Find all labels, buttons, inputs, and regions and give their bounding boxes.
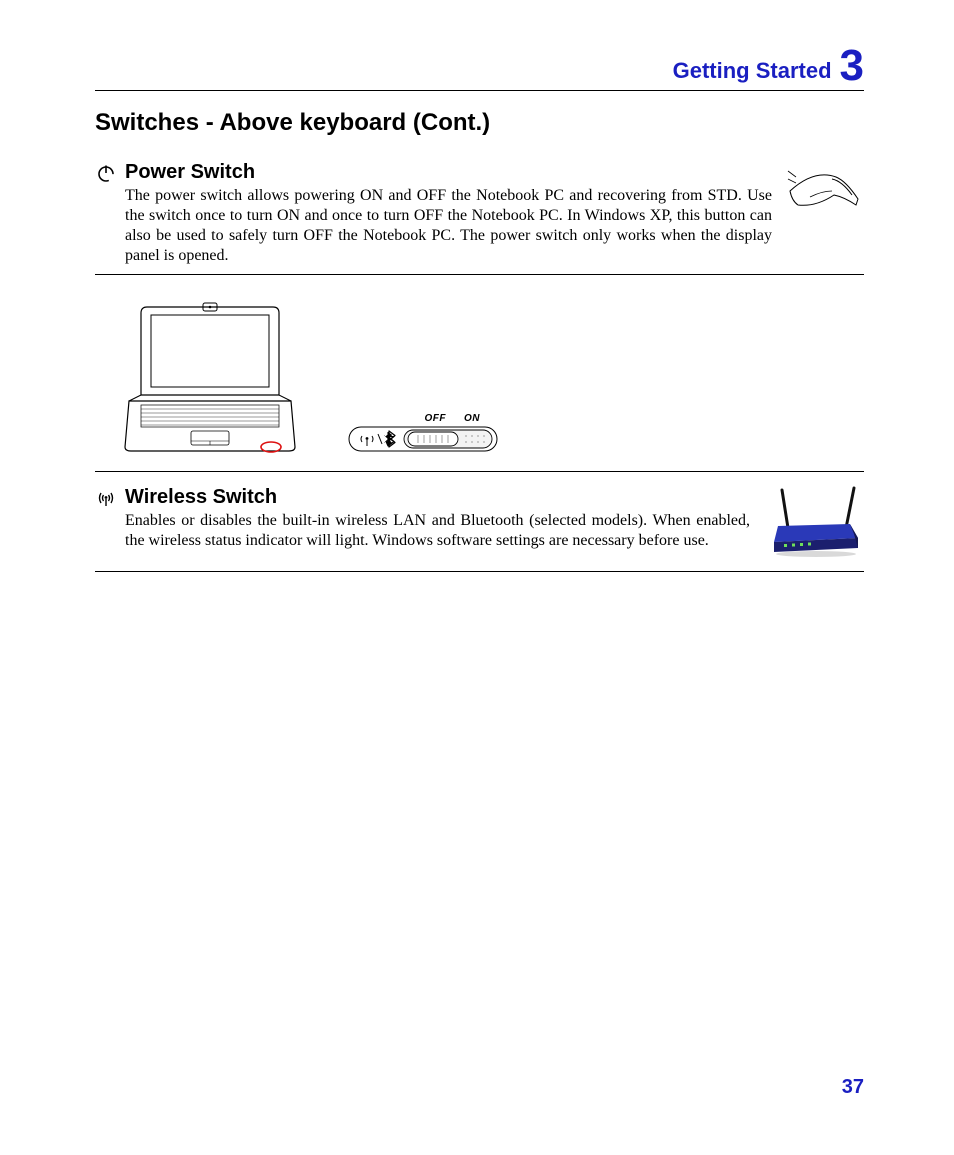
notebook-figure bbox=[123, 301, 298, 461]
power-heading: Power Switch bbox=[125, 161, 772, 184]
header-title: Getting Started bbox=[673, 58, 832, 86]
router-figure bbox=[764, 486, 864, 563]
wireless-body: Enables or disables the built-in wireles… bbox=[125, 511, 750, 551]
document-page: Getting Started 3 Switches - Above keybo… bbox=[0, 0, 954, 1155]
hand-press-icon bbox=[786, 161, 864, 224]
wireless-icon bbox=[95, 486, 117, 508]
section-title: Switches - Above keyboard (Cont.) bbox=[95, 109, 864, 137]
power-switch-block: Power Switch The power switch allows pow… bbox=[95, 161, 864, 275]
switch-off-label: OFF bbox=[425, 413, 447, 424]
power-icon bbox=[95, 161, 117, 183]
figure-row: OFF ON bbox=[95, 289, 864, 472]
switch-on-label: ON bbox=[464, 413, 480, 424]
power-body: The power switch allows powering ON and … bbox=[125, 186, 772, 266]
chapter-number: 3 bbox=[840, 46, 864, 86]
page-number: 37 bbox=[842, 1076, 864, 1099]
wireless-heading: Wireless Switch bbox=[125, 486, 750, 509]
wireless-switch-block: Wireless Switch Enables or disables the … bbox=[95, 486, 864, 572]
page-header: Getting Started 3 bbox=[95, 46, 864, 91]
wireless-switch-figure: OFF ON bbox=[348, 413, 498, 461]
